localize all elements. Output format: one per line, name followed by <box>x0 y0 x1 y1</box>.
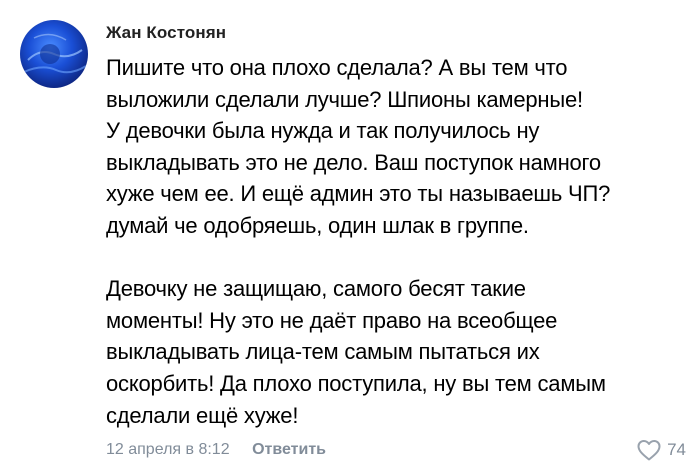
comment-text-line: выкладывать лица-тем самым пытаться их <box>106 339 540 365</box>
comment-body: Жан Костонян Пишите что она плохо сделал… <box>106 22 686 431</box>
comment: Жан Костонян Пишите что она плохо сделал… <box>0 0 700 474</box>
comment-text-line: выложили сделали лучше? Шпионы камерные! <box>106 86 583 112</box>
like-button[interactable]: 74 <box>636 437 686 463</box>
author-name[interactable]: Жан Костонян <box>106 22 686 44</box>
comment-text-line: хуже чем ее. И ещё админ это ты называеш… <box>106 181 611 207</box>
likes-count: 74 <box>667 440 686 459</box>
heart-outline-icon <box>636 438 662 462</box>
comment-text-line: Девочку не защищаю, самого бесят такие <box>106 276 526 302</box>
comment-text-line: сделали ещё хуже! <box>106 402 299 428</box>
avatar[interactable] <box>20 20 88 88</box>
comment-text-line: У девочки была нужда и так получилось ну <box>106 118 540 144</box>
avatar-image <box>20 20 88 88</box>
comment-text-line: выкладывать это не дело. Ваш поступок на… <box>106 149 601 175</box>
comment-date[interactable]: 12 апреля в 8:12 <box>106 441 230 458</box>
comment-text-line: думай че одобряешь, один шлак в группе. <box>106 212 529 238</box>
comment-text-line: оскорбить! Да плохо поступила, ну вы тем… <box>106 370 606 396</box>
reply-button[interactable]: Ответить <box>252 441 326 458</box>
comment-footer: 12 апреля в 8:12 Ответить 74 <box>106 437 686 463</box>
comment-text-line: Пишите что она плохо сделала? А вы тем ч… <box>106 55 568 80</box>
comment-text: Пишите что она плохо сделала? А вы тем ч… <box>106 52 686 431</box>
comment-text-line: моменты! Ну это не даёт право на всеобще… <box>106 307 558 333</box>
